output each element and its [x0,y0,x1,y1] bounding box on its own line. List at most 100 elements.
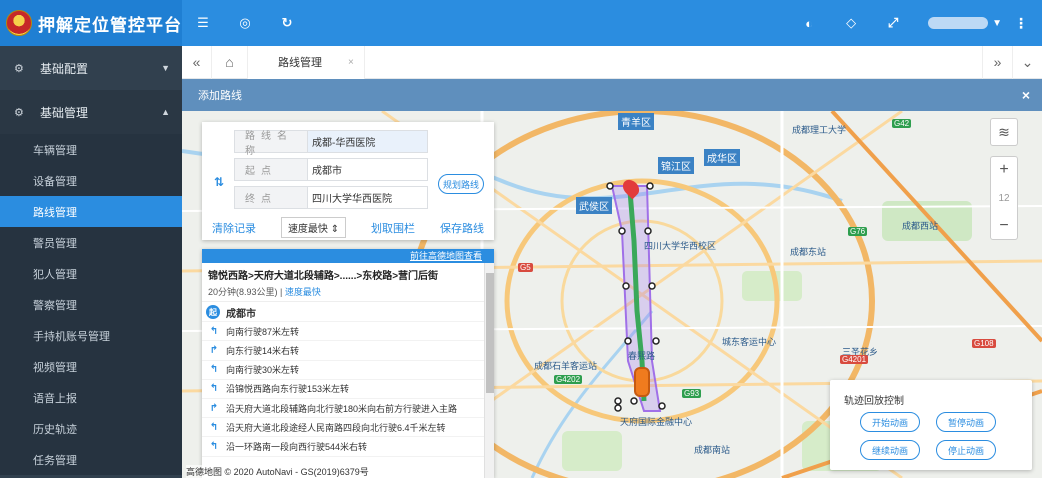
sub-menu: 车辆管理 设备管理 路线管理 警员管理 犯人管理 警察管理 手持机账号管理 视频… [0,134,182,475]
home-icon[interactable]: ⌂ [212,45,248,79]
route-step[interactable]: ↱ 沿天府大道北段辅路向北行驶180米向右前方行驶进入主路 [202,399,484,419]
turn-left-icon: ↰ [209,383,219,395]
close-icon[interactable]: × [1022,87,1030,103]
area-label-wuhou: 武侯区 [576,197,612,214]
start-badge-icon: 起 [206,305,220,320]
road-badge: G4201 [840,355,869,364]
route-form-panel: 路线名称 成都-华西医院 起点 成都市 终点 四川大学华西医院 ⇅ 规划路线 清… [202,122,494,240]
turn-left-icon: ↰ [209,440,219,452]
step-text: 向南行驶30米左转 [226,365,300,376]
swap-icon[interactable]: ⇅ [214,175,224,189]
road-badge: G4202 [554,375,583,384]
vehicle-icon[interactable] [634,367,650,397]
road-badge: G76 [848,227,868,236]
save-route-button[interactable]: 保存路线 [440,220,484,236]
menu-group-basic-management[interactable]: ⚙ 基础管理 ▲ [0,90,182,134]
sidebar: ⚙ 基础配置 ▼ ⚙ 基础管理 ▲ 车辆管理 设备管理 路线管理 警员管理 犯人… [0,46,182,478]
start-animation-button[interactable]: 开始动画 [860,412,920,432]
chevron-down-icon: ▼ [161,63,170,73]
place-label: 城东客运中心 [722,337,777,347]
settings-icon: ⚙ [14,106,24,119]
chevron-down-icon[interactable]: ⌄ [1012,45,1042,79]
resume-animation-button[interactable]: 继续动画 [860,440,920,460]
stop-animation-button[interactable]: 停止动画 [936,440,996,460]
dialog-title-bar: 添加路线 × [182,79,1042,111]
route-step-start[interactable]: 起 成都市 [202,303,484,323]
step-text: 沿天府大道北段途经人民南路四段向北行驶6.4千米左转 [226,422,446,433]
top-header: 押解定位管控平台 ☰ ◎ ↻ ◐ ◇ ⤢ ▼ ⋮ [0,0,1042,46]
refresh-icon[interactable]: ↻ [266,0,308,46]
sidebar-item-police[interactable]: 警察管理 [0,289,182,320]
place-label: 成都南站 [694,445,731,455]
form-actions: 清除记录 速度最快 ⇕ 划取围栏 保存路线 [212,217,484,238]
sidebar-item-devices[interactable]: 设备管理 [0,165,182,196]
route-name-input[interactable]: 成都-华西医院 [307,131,427,152]
route-step[interactable]: ↰ 沿锦悦西路向东行驶153米左转 [202,380,484,399]
sidebar-item-routes[interactable]: 路线管理 [0,196,182,227]
start-point-input[interactable]: 成都市 [307,159,427,180]
user-dropdown-icon[interactable]: ▼ [992,18,1002,29]
start-point-label: 起点 [245,166,277,177]
place-label: 成都东站 [790,247,827,257]
menu-toggle-icon[interactable]: ☰ [182,0,224,46]
route-step[interactable]: ↰ 向南行驶30米左转 [202,361,484,380]
logo-area: 押解定位管控平台 [0,0,182,46]
sidebar-item-vehicles[interactable]: 车辆管理 [0,134,182,165]
menu-group-basic-config[interactable]: ⚙ 基础配置 ▼ [0,46,182,90]
end-point-label: 终点 [245,194,277,205]
step-text: 成都市 [226,308,256,320]
globe-icon[interactable]: ◎ [224,0,266,46]
sidebar-item-prisoners[interactable]: 犯人管理 [0,258,182,289]
sidebar-item-voice-report[interactable]: 语音上报 [0,382,182,413]
place-label: 春熙路 [628,351,656,361]
road-badge: G42 [892,119,912,128]
draw-fence-button[interactable]: 划取围栏 [371,220,415,236]
pause-animation-button[interactable]: 暂停动画 [936,412,996,432]
sidebar-item-history-track[interactable]: 历史轨迹 [0,413,182,444]
dialog-title: 添加路线 [198,90,242,102]
user-name[interactable] [928,17,989,29]
zoom-out-icon[interactable]: − [999,217,1008,235]
sidebar-item-video[interactable]: 视频管理 [0,351,182,382]
route-step[interactable]: ↰ 沿天府大道北段途经人民南路四段向北行驶6.4千米左转 [202,418,484,438]
turn-left-icon: ↰ [209,421,219,433]
place-label: 成都石羊客运站 [534,361,598,371]
layers-icon[interactable]: ≋ [990,118,1018,146]
end-point-row: 终点 四川大学华西医院 [234,186,428,209]
turn-left-icon: ↰ [209,364,219,376]
fullscreen-icon[interactable]: ⤢ [872,0,914,46]
plan-route-button[interactable]: 规划路线 [438,174,484,194]
scroll-right-icon[interactable]: » [982,45,1012,79]
tag-icon[interactable]: ◇ [830,0,872,46]
area-label-qingyang: 青羊区 [618,113,654,130]
clear-records-button[interactable]: 清除记录 [212,220,256,236]
sidebar-item-officers[interactable]: 警员管理 [0,227,182,258]
settings-icon: ⚙ [14,62,24,75]
road-badge: G5 [518,263,533,272]
sidebar-item-tasks[interactable]: 任务管理 [0,444,182,475]
tab-route-management[interactable]: 路线管理 × [248,45,365,79]
end-point-input[interactable]: 四川大学华西医院 [307,187,427,208]
more-icon[interactable]: ⋮ [1014,15,1028,32]
sidebar-item-handheld-accounts[interactable]: 手持机账号管理 [0,320,182,351]
palette-icon[interactable]: ◐ [788,0,830,46]
map-copyright: 高德地图 © 2020 AutoNavi - GS(2019)6379号 [186,465,369,478]
road-badge: G93 [682,389,702,398]
app-title: 押解定位管控平台 [38,15,182,35]
route-step[interactable]: ↰ 沿一环路南一段向西行驶544米右转 [202,437,484,457]
step-text: 沿天府大道北段辅路向北行驶180米向右前方行驶进入主路 [226,403,458,414]
zoom-in-icon[interactable]: + [999,161,1008,179]
place-label: 天府国际金融中心 [620,417,693,427]
open-amap-link[interactable]: 前往高德地图查看 [202,249,494,263]
place-label: 成都理工大学 [792,125,847,135]
zoom-level: 12 [998,192,1010,204]
route-step[interactable]: ↱ 向东行驶14米右转 [202,341,484,361]
detail-scrollbar[interactable] [484,263,494,478]
scroll-left-icon[interactable]: « [182,45,212,79]
chevron-up-icon: ▲ [161,107,170,117]
menu-group-label: 基础管理 [40,105,89,120]
close-icon[interactable]: × [348,57,354,68]
route-step[interactable]: ↰ 向南行驶87米左转 [202,322,484,342]
route-mode-select[interactable]: 速度最快 ⇕ [280,217,347,238]
scrollbar-thumb[interactable] [486,273,494,393]
